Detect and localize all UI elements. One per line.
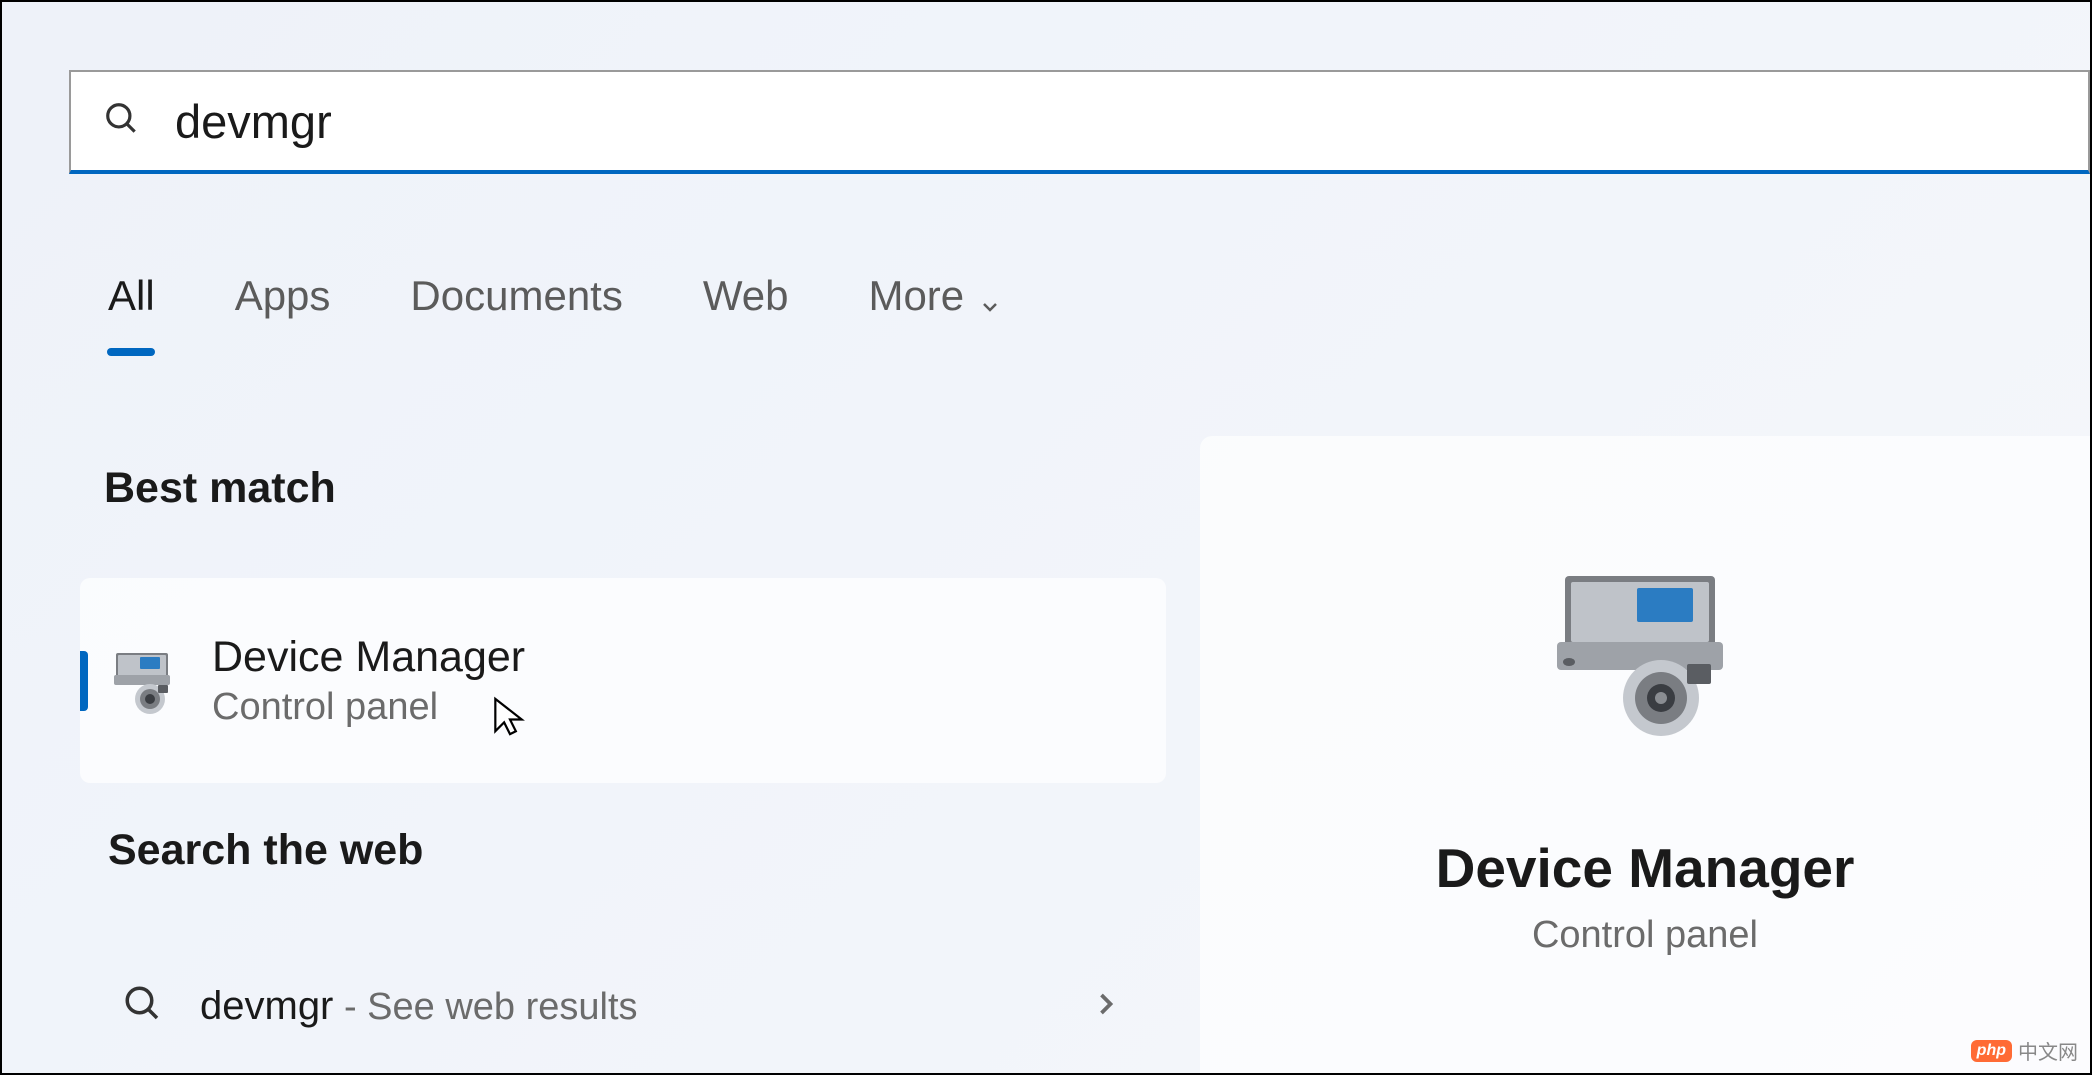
web-search-result[interactable]: devmgr - See web results xyxy=(80,958,1166,1054)
search-box[interactable] xyxy=(69,70,2090,174)
search-web-heading: Search the web xyxy=(108,826,423,875)
tab-documents[interactable]: Documents xyxy=(410,272,622,350)
result-subtitle: Control panel xyxy=(212,686,525,729)
preview-subtitle: Control panel xyxy=(1532,914,1758,957)
chevron-down-icon xyxy=(978,281,1002,305)
best-match-result[interactable]: Device Manager Control panel xyxy=(80,578,1166,783)
watermark-badge: php xyxy=(1971,1040,2012,1062)
search-icon xyxy=(103,100,141,143)
result-title: Device Manager xyxy=(212,633,525,682)
tab-web[interactable]: Web xyxy=(703,272,789,350)
web-result-text: devmgr - See web results xyxy=(200,984,1088,1029)
device-manager-icon xyxy=(110,645,182,717)
web-result-query: devmgr xyxy=(200,984,333,1028)
tab-apps[interactable]: Apps xyxy=(235,272,331,350)
result-text-block: Device Manager Control panel xyxy=(212,633,525,729)
web-result-suffix: - See web results xyxy=(333,986,637,1028)
watermark-text: 中文网 xyxy=(2018,1036,2078,1065)
search-icon xyxy=(122,983,164,1030)
tab-more[interactable]: More xyxy=(868,272,1002,350)
tab-more-label: More xyxy=(868,272,964,320)
watermark: php 中文网 xyxy=(1971,1036,2078,1065)
preview-pane: Device Manager Control panel xyxy=(1200,436,2090,1073)
device-manager-icon-large xyxy=(1545,566,1745,736)
search-filter-tabs: All Apps Documents Web More xyxy=(108,272,1002,350)
search-input[interactable] xyxy=(175,94,2056,149)
preview-title: Device Manager xyxy=(1436,836,1855,900)
chevron-right-icon xyxy=(1088,986,1124,1027)
tab-all[interactable]: All xyxy=(108,272,155,350)
best-match-heading: Best match xyxy=(104,464,336,513)
